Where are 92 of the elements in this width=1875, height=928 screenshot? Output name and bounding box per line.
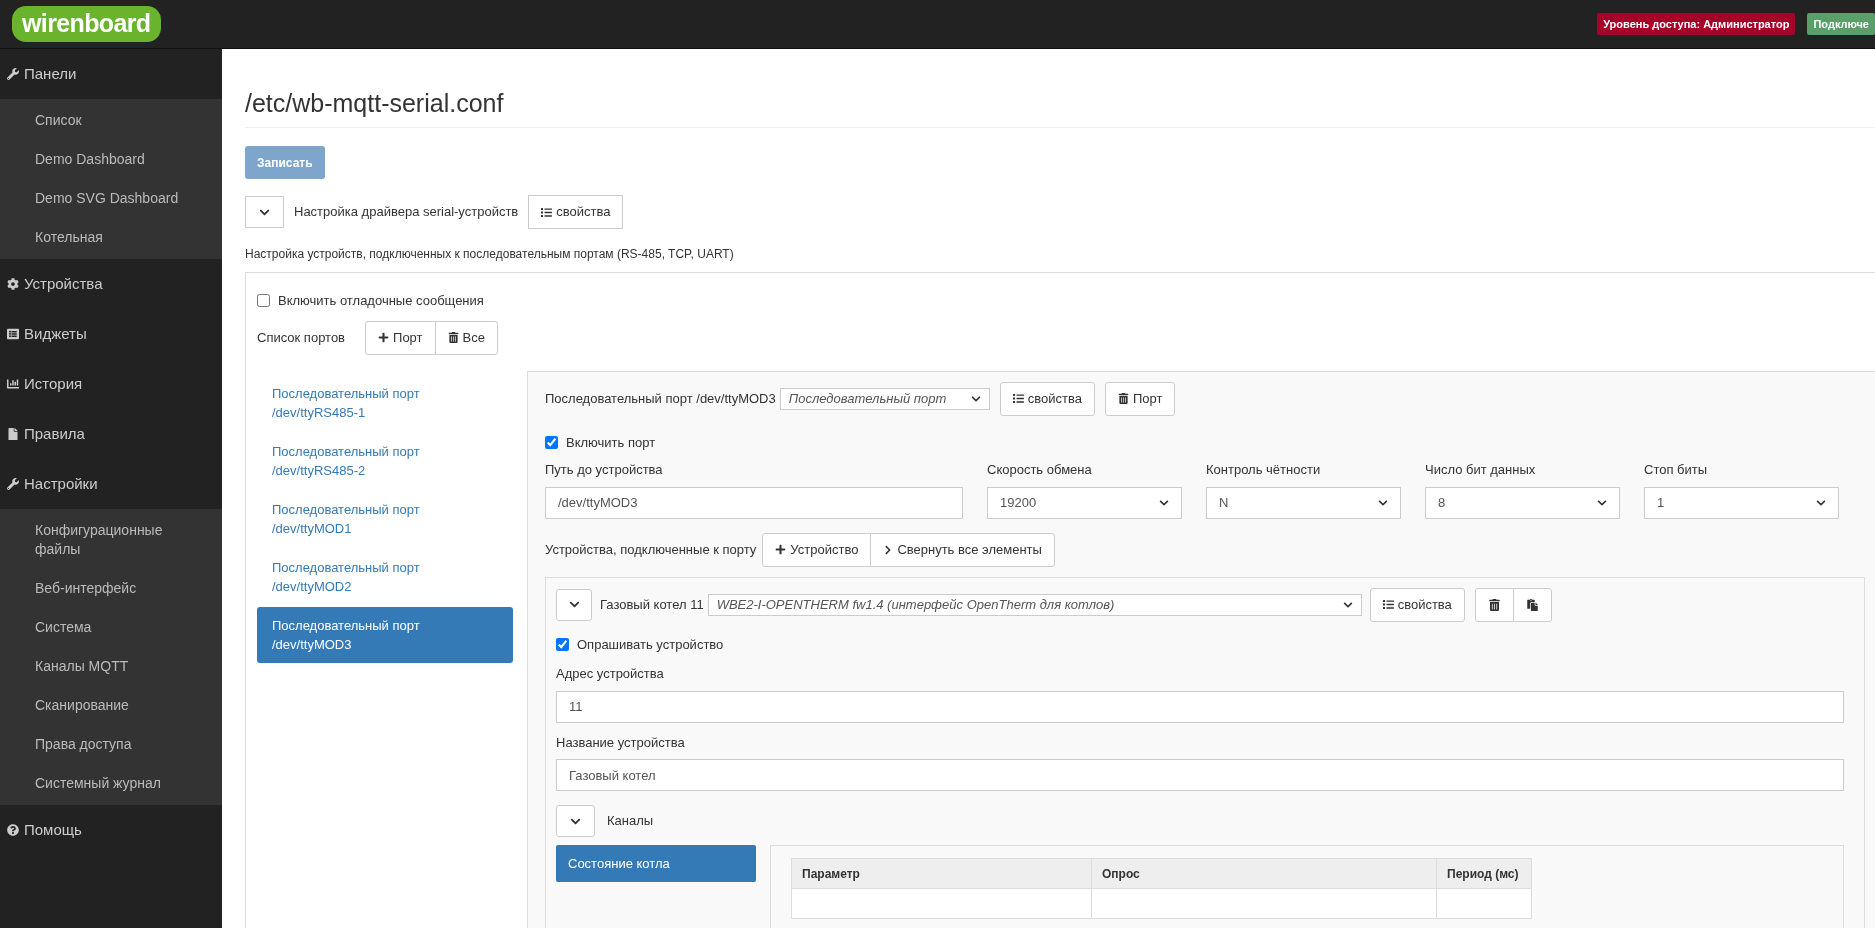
sidebar-subitem[interactable]: Система	[0, 608, 222, 647]
list-icon	[1012, 393, 1024, 404]
list-icon	[1382, 599, 1394, 610]
channels-label: Каналы	[607, 812, 654, 831]
checkbox-label: Включить порт	[566, 433, 656, 452]
sidebar-subitem[interactable]: Веб-интерфейс	[0, 569, 222, 608]
sidebar-item[interactable]: Устройства	[0, 259, 222, 309]
checkbox-label: Включить отладочные сообщения	[278, 292, 484, 310]
help-icon	[7, 824, 19, 836]
select-field[interactable]: Последовательный порт	[779, 387, 990, 410]
select-field[interactable]: N	[1206, 486, 1401, 519]
chevron-icon	[970, 393, 981, 404]
sidebar-subitem[interactable]: Demo SVG Dashboard	[0, 179, 222, 218]
port-title: Последовательный порт /dev/ttyMOD3	[545, 389, 776, 408]
table-header-cell: Параметр	[791, 858, 1092, 889]
sidebar-item[interactable]: Виджеты	[0, 309, 222, 359]
chevron-icon	[1159, 497, 1169, 508]
ports-label: Список портов	[257, 328, 346, 347]
port-list-item[interactable]: Последовательный порт /dev/ttyRS485-2	[257, 432, 513, 489]
input-field[interactable]: /dev/ttyMOD3	[545, 486, 963, 519]
field-label: Путь до устройства	[545, 461, 664, 479]
trash-icon	[1488, 598, 1500, 611]
list-icon	[541, 206, 553, 218]
trash-icon	[1117, 393, 1129, 404]
bar-chart-icon	[7, 378, 19, 390]
chevron-icon	[1816, 497, 1826, 508]
input-field[interactable]: Газовый котел	[556, 759, 1844, 791]
sidebar-subitem[interactable]: Список	[0, 101, 222, 140]
wrench-icon	[7, 68, 19, 80]
properties-button[interactable]: свойства	[999, 381, 1095, 416]
properties-button[interactable]: свойства	[528, 195, 624, 229]
file-icon	[7, 428, 19, 440]
select-field[interactable]: WBE2-I-OPENTHERM fw1.4 (интерфейс OpenTherm для котлов)	[707, 593, 1362, 616]
select-field[interactable]: 8	[1425, 486, 1620, 519]
sidebar-item[interactable]: Панели	[0, 49, 222, 99]
field-label: Адрес устройства	[556, 665, 665, 683]
table-header-cell: Период (мс)	[1436, 858, 1532, 889]
field-label: Стоп биты	[1644, 461, 1709, 479]
delete-port-button[interactable]: Порт	[1104, 381, 1176, 416]
port-list-item[interactable]: Последовательный порт /dev/ttyMOD1	[257, 490, 513, 547]
checkbox[interactable]	[556, 637, 569, 651]
chevron-icon	[1342, 599, 1353, 610]
channel-group-tab[interactable]: Состояние котла	[556, 845, 756, 882]
sidebar-item[interactable]: История	[0, 359, 222, 409]
list-icon	[7, 328, 19, 340]
add-device-button[interactable]: Устройство	[762, 532, 872, 567]
sidebar-subitem[interactable]: Каналы MQTT	[0, 647, 222, 686]
port-list-item[interactable]: Последовательный порт /dev/ttyMOD2	[257, 548, 513, 605]
sidebar-subitem[interactable]: Конфигурационные файлы	[0, 511, 222, 569]
sidebar-subitem[interactable]: Системный журнал	[0, 764, 222, 803]
sidebar-subitem[interactable]: Demo Dashboard	[0, 140, 222, 179]
field-label: Число бит данных	[1425, 461, 1537, 479]
page-title: /etc/wb-mqtt-serial.conf	[245, 89, 505, 117]
collapse-all-button[interactable]: Свернуть все элементы	[870, 532, 1055, 567]
sidebar-subitem[interactable]: Котельная	[0, 218, 222, 257]
chevron-icon	[1378, 497, 1388, 508]
section-title: Настройка драйвера serial-устройств	[294, 203, 519, 222]
description: Настройка устройств, подключенных к последовательным портам (RS-485, TCP, UART)	[245, 246, 735, 263]
add-port-button[interactable]: Порт	[365, 320, 436, 355]
status-badge: Подключе	[1807, 12, 1875, 36]
table-header-cell: Опрос	[1091, 858, 1437, 889]
wrench-icon	[7, 478, 19, 490]
sidebar-subitem[interactable]: Права доступа	[0, 725, 222, 764]
select-field[interactable]: 1	[1644, 486, 1839, 519]
sidebar-subitem[interactable]: Сканирование	[0, 686, 222, 725]
sidebar-item[interactable]: Правила	[0, 409, 222, 459]
copy-icon	[1526, 598, 1538, 611]
trash-icon	[447, 332, 459, 343]
checkbox[interactable]	[257, 294, 270, 308]
sidebar-item[interactable]: Настройки	[0, 459, 222, 509]
plus-icon	[775, 544, 787, 555]
gear-icon	[7, 278, 19, 290]
checkbox[interactable]	[545, 435, 558, 449]
delete-all-button[interactable]: Все	[434, 320, 498, 355]
plus-icon	[378, 332, 390, 343]
port-list-item[interactable]: Последовательный порт /dev/ttyRS485-1	[257, 374, 513, 431]
delete-button[interactable]	[1474, 587, 1514, 622]
field-label: Название устройства	[556, 733, 686, 752]
checkbox-label: Опрашивать устройство	[577, 635, 724, 654]
select-field[interactable]: 19200	[987, 486, 1182, 519]
status-badge: Уровень доступа: Администратор	[1597, 12, 1796, 36]
properties-button[interactable]: свойства	[1369, 587, 1465, 622]
chevron-icon	[1597, 497, 1607, 508]
copy-button[interactable]	[1512, 587, 1552, 622]
device-title: Газовый котел 11	[600, 595, 704, 614]
field-label: Скорость обмена	[987, 461, 1093, 479]
port-list-item[interactable]: Последовательный порт /dev/ttyMOD3	[257, 606, 513, 663]
chevron-icon	[568, 599, 580, 610]
field-label: Контроль чётности	[1206, 461, 1322, 479]
devices-label: Устройства, подключенные к порту	[545, 540, 757, 559]
input-field[interactable]: 11	[556, 690, 1844, 723]
sidebar-item[interactable]: Помощь	[0, 805, 222, 855]
